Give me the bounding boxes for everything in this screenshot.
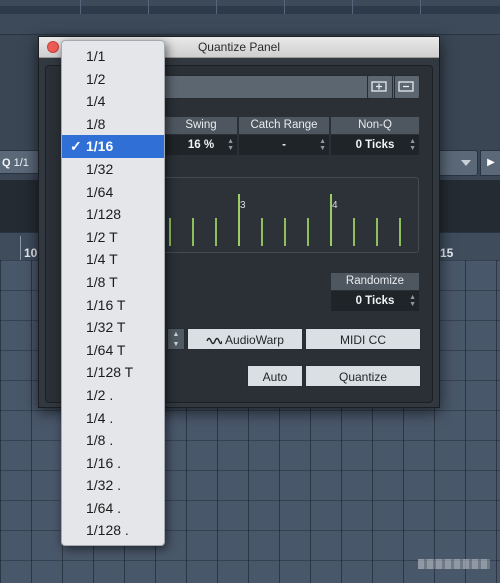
grid-beat-label: 3 — [240, 200, 246, 211]
non-q-field[interactable]: 0 Ticks ▲ ▼ — [331, 135, 419, 155]
randomize-field[interactable]: 0 Ticks ▲ ▼ — [331, 291, 419, 311]
waveform-icon — [206, 337, 223, 345]
menu-item-1-32-t[interactable]: 1/32 T — [62, 316, 164, 339]
quantize-preset-toolbar[interactable]: Q 1/1 — [0, 150, 40, 174]
menu-item-label: 1/16 — [86, 138, 114, 155]
quantize-grid-display[interactable]: 3 4 — [159, 177, 419, 253]
menu-item-1-4-t[interactable]: 1/4 T — [62, 248, 164, 271]
menu-item-1-16-selected[interactable]: ✓ 1/16 — [62, 135, 164, 158]
save-preset-icon — [371, 81, 387, 92]
grid-beat-label: 4 — [332, 200, 338, 211]
menu-item-1-64-dotted[interactable]: 1/64 . — [62, 497, 164, 520]
randomize-label: Randomize — [331, 273, 419, 290]
remove-preset-icon — [398, 81, 414, 92]
non-q-header: Non-Q — [331, 117, 419, 134]
menu-item-1-64-t[interactable]: 1/64 T — [62, 339, 164, 362]
menu-item-1-8[interactable]: 1/8 — [62, 113, 164, 136]
menu-item-1-128-dotted[interactable]: 1/128 . — [62, 519, 164, 542]
stepper-icon[interactable]: ▲ ▼ — [319, 138, 326, 152]
menu-item-1-128-t[interactable]: 1/128 T — [62, 361, 164, 384]
menu-item-1-2-dotted[interactable]: 1/2 . — [62, 384, 164, 407]
remove-preset-button[interactable] — [394, 75, 420, 99]
catch-range-header: Catch Range — [239, 117, 329, 134]
save-preset-button[interactable] — [367, 75, 393, 99]
menu-item-1-128[interactable]: 1/128 — [62, 203, 164, 226]
menu-item-1-32[interactable]: 1/32 — [62, 158, 164, 181]
menu-item-1-1[interactable]: 1/1 — [62, 45, 164, 68]
midi-cc-button[interactable]: MIDI CC — [305, 328, 421, 350]
menu-item-1-16-t[interactable]: 1/16 T — [62, 294, 164, 317]
menu-item-1-4-dotted[interactable]: 1/4 . — [62, 407, 164, 430]
swing-header: Swing — [165, 117, 237, 134]
play-icon[interactable]: ▶ — [480, 150, 500, 176]
menu-item-1-4[interactable]: 1/4 — [62, 90, 164, 113]
swing-value: 16 % — [187, 139, 215, 151]
watermark — [418, 559, 490, 569]
menu-item-1-2-t[interactable]: 1/2 T — [62, 226, 164, 249]
quantize-toolbar-value: 1/1 — [13, 157, 29, 169]
randomize-value: 0 Ticks — [355, 295, 395, 307]
stepper-icon[interactable]: ▲ ▼ — [409, 138, 416, 152]
catch-range-value: - — [282, 139, 286, 151]
stepper-icon[interactable]: ▲ ▼ — [409, 294, 416, 308]
stepper-icon[interactable]: ▲ ▼ — [167, 328, 185, 350]
audiowarp-label: AudioWarp — [225, 333, 284, 347]
catch-range-field[interactable]: - ▲ ▼ — [239, 135, 329, 155]
swing-field[interactable]: 16 % ▲ ▼ — [165, 135, 237, 155]
ruler-bar-right: 15 — [440, 246, 454, 260]
non-q-value: 0 Ticks — [355, 139, 395, 151]
menu-item-1-2[interactable]: 1/2 — [62, 68, 164, 91]
midi-cc-label: MIDI CC — [340, 333, 386, 347]
quantize-short-label: Q — [2, 157, 11, 169]
menu-item-1-8-dotted[interactable]: 1/8 . — [62, 429, 164, 452]
menu-item-1-8-t[interactable]: 1/8 T — [62, 271, 164, 294]
audiowarp-button[interactable]: AudioWarp — [187, 328, 303, 350]
auto-button[interactable]: Auto — [247, 365, 303, 387]
menu-item-1-32-dotted[interactable]: 1/32 . — [62, 474, 164, 497]
menu-item-1-16-dotted[interactable]: 1/16 . — [62, 452, 164, 475]
checkmark-icon: ✓ — [70, 138, 82, 155]
auto-label: Auto — [262, 370, 288, 384]
ruler-bar-left: 10 — [24, 246, 38, 260]
project-header-area — [0, 0, 500, 35]
quantize-label: Quantize — [338, 370, 388, 384]
grid-type-menu: 1/1 1/2 1/4 1/8 ✓ 1/16 1/32 1/64 1/128 1/… — [61, 40, 165, 546]
chevron-down-icon — [461, 160, 471, 166]
quantize-button[interactable]: Quantize — [305, 365, 421, 387]
menu-item-1-64[interactable]: 1/64 — [62, 181, 164, 204]
stepper-icon[interactable]: ▲ ▼ — [227, 138, 234, 152]
